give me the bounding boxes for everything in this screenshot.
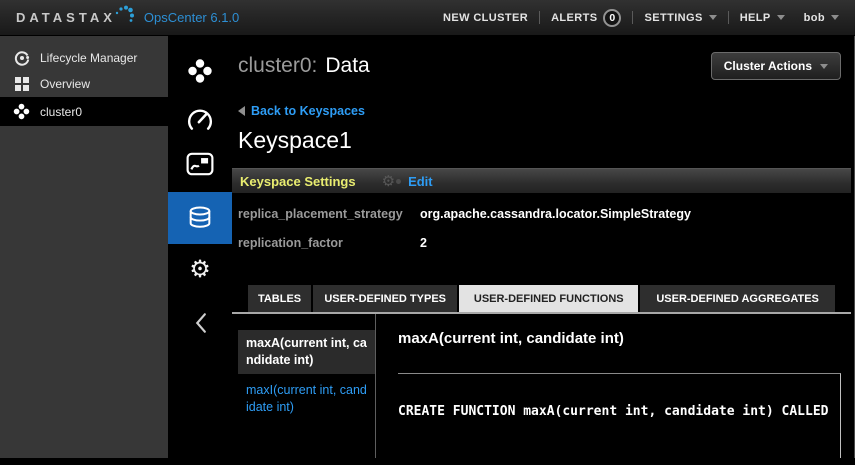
function-list-item-maxi[interactable]: maxI(current int, candidate int) xyxy=(238,377,375,421)
property-row: replication_factor 2 xyxy=(238,236,841,265)
activities-icon[interactable] xyxy=(186,152,214,176)
triangle-left-icon xyxy=(238,106,245,116)
collapse-chevron-icon[interactable] xyxy=(194,312,207,334)
alerts-button[interactable]: ALERTS 0 xyxy=(551,8,622,27)
cluster-icon xyxy=(13,103,30,120)
help-menu[interactable]: HELP xyxy=(740,12,785,24)
settings-menu[interactable]: SETTINGS xyxy=(644,11,717,24)
overview-grid-icon xyxy=(13,76,30,93)
lifecycle-manager-icon xyxy=(13,50,30,67)
tab-user-defined-functions[interactable]: USER-DEFINED FUNCTIONS xyxy=(459,285,639,312)
function-list: maxA(current int, candidate int) maxI(cu… xyxy=(238,314,376,458)
property-value: org.apache.cassandra.locator.SimpleStrat… xyxy=(420,207,691,221)
back-link-label: Back to Keyspaces xyxy=(251,104,365,118)
keyspace-settings-bar: Keyspace Settings ⚙ Edit xyxy=(232,168,851,193)
function-cql-code: CREATE FUNCTION maxA(current int, candid… xyxy=(398,404,829,419)
icon-rail: ⚙ xyxy=(168,36,232,458)
tab-user-defined-aggregates[interactable]: USER-DEFINED AGGREGATES xyxy=(640,285,836,312)
left-sidebar: Lifecycle Manager Overview cluster0 xyxy=(0,36,168,458)
opscenter-window: DATASTAX OpsCenter 6.1.0 NEW CLUSTER ALE… xyxy=(0,0,855,465)
sidebar-item-overview[interactable]: Overview xyxy=(0,71,168,97)
cluster-actions-button[interactable]: Cluster Actions xyxy=(710,52,841,80)
new-cluster-button[interactable]: NEW CLUSTER xyxy=(443,12,528,24)
dashboard-gauge-icon[interactable] xyxy=(187,108,213,132)
main-content: cluster0: Data Cluster Actions Back to K… xyxy=(232,36,855,458)
sidebar-item-cluster0[interactable]: cluster0 xyxy=(0,97,168,126)
keyspace-settings-title: Keyspace Settings xyxy=(240,173,356,189)
menu-divider xyxy=(539,11,541,24)
window-bottom-edge xyxy=(0,458,855,465)
keyspace-properties: replica_placement_strategy org.apache.ca… xyxy=(238,207,841,265)
chevron-down-icon xyxy=(820,63,828,69)
property-label: replica_placement_strategy xyxy=(238,207,403,221)
chevron-down-icon xyxy=(708,15,717,20)
sidebar-item-label: cluster0 xyxy=(40,104,83,119)
tab-tables[interactable]: TABLES xyxy=(248,285,312,312)
chevron-down-icon xyxy=(776,15,785,20)
sidebar-item-label: Overview xyxy=(40,77,91,91)
tab-user-defined-types[interactable]: USER-DEFINED TYPES xyxy=(313,285,458,312)
page-title: Data xyxy=(325,54,370,77)
edit-keyspace-link[interactable]: Edit xyxy=(408,174,433,189)
alerts-count-badge: 0 xyxy=(603,8,622,27)
functions-panel: maxA(current int, candidate int) maxI(cu… xyxy=(238,314,841,458)
sidebar-item-lifecycle-manager[interactable]: Lifecycle Manager xyxy=(0,45,168,71)
menu-divider xyxy=(632,11,634,24)
cluster-name-prefix: cluster0: xyxy=(238,54,318,77)
main-row: Lifecycle Manager Overview cluster0 ⚙ cl… xyxy=(0,36,855,458)
function-code-box[interactable]: CREATE FUNCTION maxA(current int, candid… xyxy=(398,373,841,458)
property-value: 2 xyxy=(420,236,427,250)
help-label: HELP xyxy=(739,11,771,24)
cluster-actions-label: Cluster Actions xyxy=(723,59,812,73)
tab-bar: TABLES USER-DEFINED TYPES USER-DEFINED F… xyxy=(232,285,851,314)
top-bar: DATASTAX OpsCenter 6.1.0 NEW CLUSTER ALE… xyxy=(0,0,855,36)
property-label: replication_factor xyxy=(238,236,343,250)
cluster-icon[interactable] xyxy=(187,58,213,84)
chevron-down-icon xyxy=(831,15,839,20)
datastax-dots-icon xyxy=(114,5,136,23)
function-detail: maxA(current int, candidate int) CREATE … xyxy=(376,314,841,458)
function-detail-title: maxA(current int, candidate int) xyxy=(398,330,624,347)
user-menu[interactable]: bob xyxy=(804,12,839,24)
data-database-icon[interactable] xyxy=(168,192,232,244)
sidebar-item-label: Lifecycle Manager xyxy=(40,51,138,65)
alerts-label: ALERTS xyxy=(551,11,598,24)
back-to-keyspaces-link[interactable]: Back to Keyspaces xyxy=(238,104,841,118)
product-version: OpsCenter 6.1.0 xyxy=(143,10,240,25)
gear-icon: ⚙ xyxy=(381,172,396,190)
page-header: cluster0: Data Cluster Actions xyxy=(238,48,841,84)
settings-gear-icon[interactable]: ⚙ xyxy=(189,258,211,282)
property-row: replica_placement_strategy org.apache.ca… xyxy=(238,207,841,236)
function-list-item-maxa[interactable]: maxA(current int, candidate int) xyxy=(238,330,375,374)
datastax-logo[interactable]: DATASTAX OpsCenter 6.1.0 xyxy=(16,5,240,25)
top-menu: NEW CLUSTER ALERTS 0 SETTINGS HELP bob xyxy=(443,8,839,27)
keyspace-name: Keyspace1 xyxy=(238,127,352,153)
settings-label: SETTINGS xyxy=(644,11,703,24)
menu-divider xyxy=(727,11,729,24)
brand-name: DATASTAX xyxy=(16,10,116,25)
user-name: bob xyxy=(803,11,825,24)
gear-dot-icon xyxy=(396,178,402,184)
